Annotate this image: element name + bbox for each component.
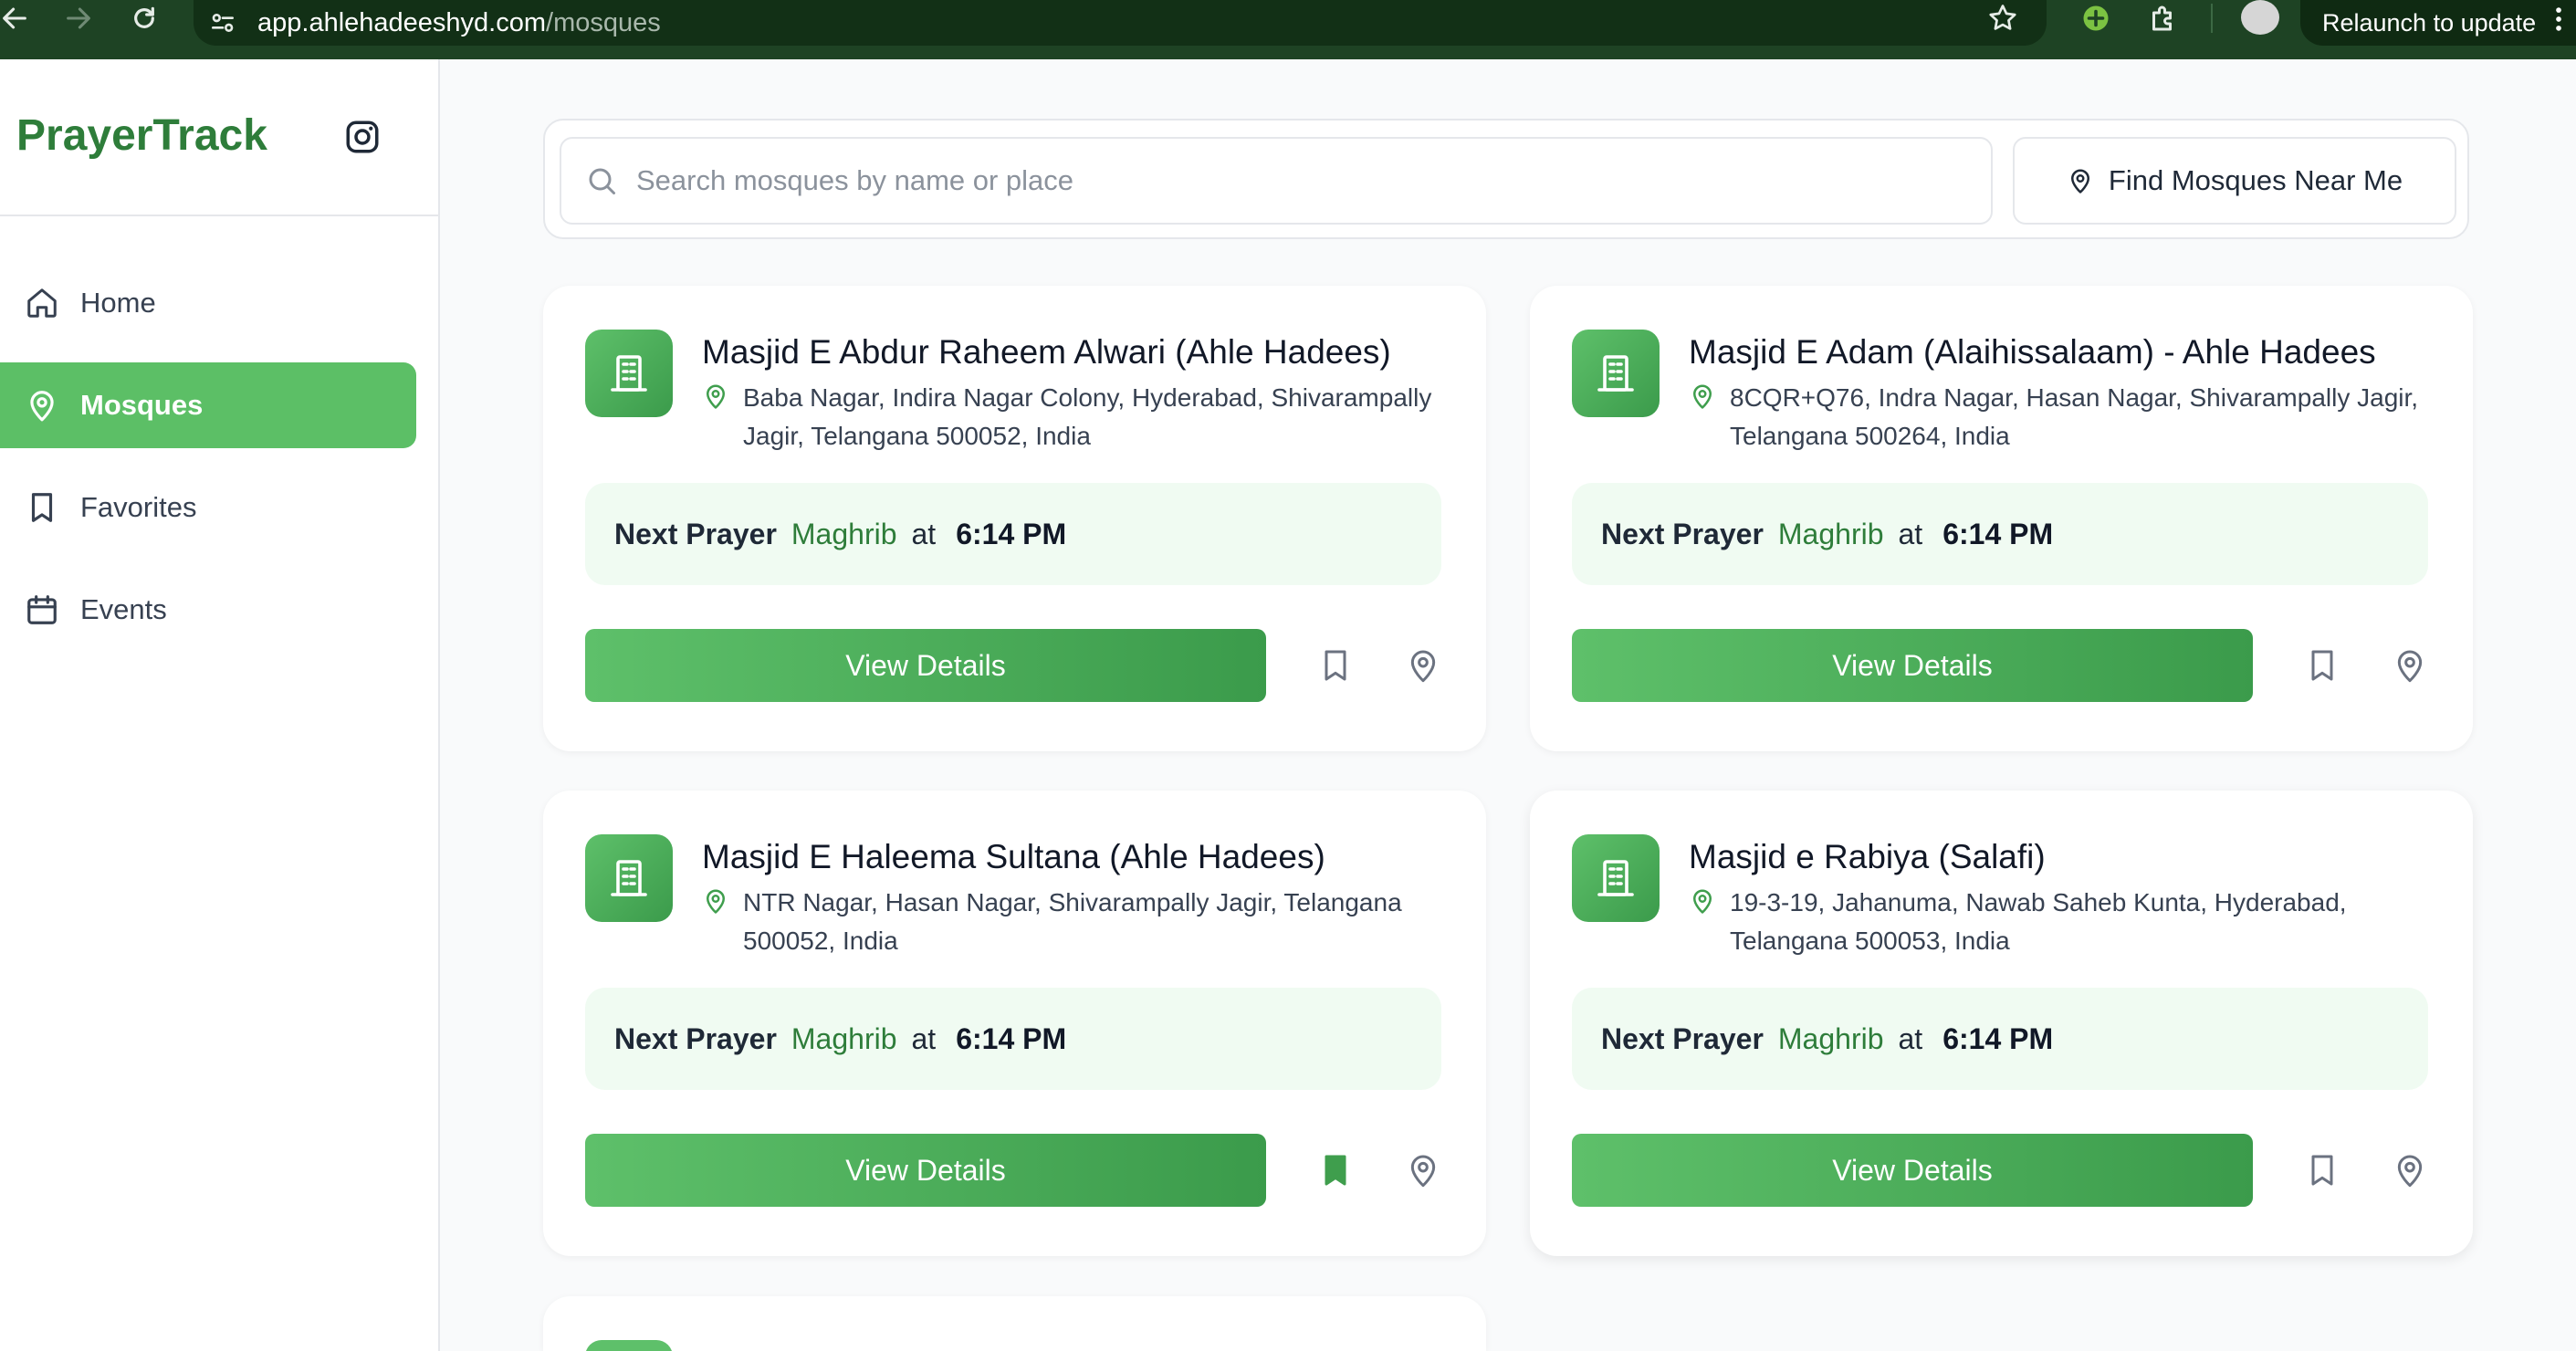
next-prayer-label: Next Prayer (1601, 1021, 1764, 1055)
mosque-address: 19-3-19, Jahanuma, Nawab Saheb Kunta, Hy… (1730, 888, 2347, 955)
view-details-button[interactable]: View Details (585, 1134, 1266, 1207)
find-near-me-label: Find Mosques Near Me (2108, 164, 2403, 196)
bookmark-filled-icon[interactable] (1317, 1152, 1354, 1189)
mosque-name[interactable]: Masjid E Abdur Raheem Alwari (Ahle Hadee… (702, 333, 1391, 372)
sidebar-item-home[interactable]: Home (0, 260, 416, 346)
address-pin-icon (702, 382, 729, 410)
search-panel: Find Mosques Near Me (543, 119, 2469, 239)
view-details-button[interactable]: View Details (1572, 1134, 2253, 1207)
sidebar-item-label: Home (80, 287, 156, 319)
sidebar-item-favorites[interactable]: Favorites (0, 465, 416, 550)
mosque-card: Masjid E Adam (Alaihissalaam) - Ahle Had… (1530, 286, 2473, 751)
instagram-icon[interactable] (343, 118, 382, 156)
bookmark-icon[interactable] (2304, 1152, 2340, 1189)
sidebar-header: PrayerTrack (0, 59, 438, 216)
mosque-building-icon (585, 1340, 673, 1351)
sidebar: PrayerTrack Home Mosques Favorites Event… (0, 59, 440, 1351)
mosque-building-icon (585, 834, 673, 922)
back-icon[interactable] (0, 0, 33, 37)
prayer-name: Maghrib (1777, 517, 1884, 550)
next-prayer-box: Next Prayer Maghrib at 6:14 PM (1572, 988, 2428, 1090)
sidebar-item-mosques[interactable]: Mosques (0, 362, 416, 448)
relaunch-label: Relaunch to update (2322, 8, 2537, 37)
prayer-time: 6:14 PM (1942, 1021, 2054, 1055)
bookmark-icon[interactable] (1317, 647, 1354, 684)
prayer-name: Maghrib (791, 517, 897, 550)
address-pin-icon (1689, 382, 1716, 410)
address-pin-icon (1689, 887, 1716, 915)
browser-toolbar: app.ahlehadeeshyd.com/mosques Relaunch t… (0, 0, 2576, 59)
toolbar-divider (2211, 4, 2213, 33)
prayer-at-label: at (1898, 517, 1923, 550)
mosque-address: NTR Nagar, Hasan Nagar, Shivarampally Ja… (743, 888, 1402, 955)
mosque-building-icon (1572, 834, 1660, 922)
bookmark-icon (24, 490, 60, 525)
mosque-name[interactable]: Masjid E Adam (Alaihissalaam) - Ahle Had… (1689, 333, 2376, 372)
mosque-card: Masjid E Abdur Raheem Alwari (Ahle Hadee… (543, 286, 1486, 751)
relaunch-button[interactable]: Relaunch to update (2300, 0, 2576, 46)
url-text[interactable]: app.ahlehadeeshyd.com/mosques (257, 8, 661, 38)
map-pin-icon (24, 388, 60, 423)
mosque-card-partial (543, 1296, 1486, 1351)
sidebar-item-label: Mosques (80, 389, 204, 421)
view-details-button[interactable]: View Details (585, 629, 1266, 702)
mosque-name[interactable]: Masjid e Rabiya (Salafi) (1689, 838, 2046, 876)
mosque-building-icon (1572, 330, 1660, 417)
next-prayer-label: Next Prayer (1601, 517, 1764, 550)
site-settings-icon[interactable] (208, 8, 237, 37)
address-pin-icon (702, 887, 729, 915)
location-pin-icon[interactable] (1405, 647, 1441, 684)
prayer-time: 6:14 PM (956, 517, 1067, 550)
mosque-address: 8CQR+Q76, Indra Nagar, Hasan Nagar, Shiv… (1730, 383, 2419, 450)
mosque-name[interactable]: Masjid E Haleema Sultana (Ahle Hadees) (702, 838, 1325, 876)
search-input[interactable] (634, 163, 1916, 198)
sidebar-item-events[interactable]: Events (0, 567, 416, 653)
sidebar-item-label: Favorites (80, 491, 197, 523)
extension-plus-icon[interactable] (2079, 2, 2112, 35)
prayer-time: 6:14 PM (956, 1021, 1067, 1055)
prayer-name: Maghrib (1777, 1021, 1884, 1055)
next-prayer-box: Next Prayer Maghrib at 6:14 PM (585, 988, 1441, 1090)
brand-logo[interactable]: PrayerTrack (16, 110, 267, 161)
reload-icon[interactable] (126, 0, 162, 37)
next-prayer-label: Next Prayer (614, 517, 777, 550)
view-details-button[interactable]: View Details (1572, 629, 2253, 702)
mosque-building-icon (585, 330, 673, 417)
search-box[interactable] (560, 137, 1993, 225)
forward-icon[interactable] (60, 0, 97, 37)
calendar-icon (24, 592, 60, 627)
prayer-at-label: at (911, 1021, 937, 1055)
url-host: app.ahlehadeeshyd.com (257, 7, 547, 37)
prayer-at-label: at (1898, 1021, 1923, 1055)
prayer-name: Maghrib (791, 1021, 897, 1055)
bookmark-star-icon[interactable] (1986, 2, 2019, 35)
location-pin-icon[interactable] (1405, 1152, 1441, 1189)
mosque-card: Masjid E Haleema Sultana (Ahle Hadees) N… (543, 791, 1486, 1256)
extensions-puzzle-icon[interactable] (2147, 2, 2180, 35)
more-menu-icon[interactable] (2552, 4, 2565, 35)
mosque-card: Masjid e Rabiya (Salafi) 19-3-19, Jahanu… (1530, 791, 2473, 1256)
prayer-at-label: at (911, 517, 937, 550)
profile-avatar[interactable] (2241, 0, 2279, 35)
search-icon (585, 164, 618, 197)
url-path: /mosques (546, 7, 661, 37)
next-prayer-box: Next Prayer Maghrib at 6:14 PM (585, 483, 1441, 585)
prayer-time: 6:14 PM (1942, 517, 2054, 550)
location-pin-icon[interactable] (2392, 1152, 2428, 1189)
map-pin-icon (2070, 169, 2089, 194)
find-near-me-button[interactable]: Find Mosques Near Me (2013, 137, 2456, 225)
address-bar[interactable]: app.ahlehadeeshyd.com/mosques (194, 0, 2047, 46)
location-pin-icon[interactable] (2392, 647, 2428, 684)
next-prayer-box: Next Prayer Maghrib at 6:14 PM (1572, 483, 2428, 585)
mosque-address: Baba Nagar, Indira Nagar Colony, Hyderab… (743, 383, 1432, 450)
bookmark-icon[interactable] (2304, 647, 2340, 684)
next-prayer-label: Next Prayer (614, 1021, 777, 1055)
sidebar-item-label: Events (80, 593, 167, 625)
home-icon (24, 286, 60, 320)
